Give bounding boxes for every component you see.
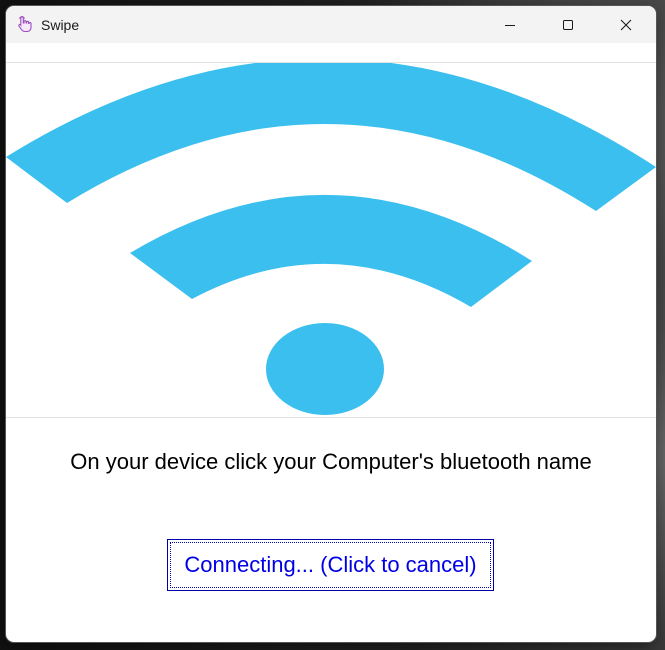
window-title: Swipe (41, 17, 80, 33)
minimize-icon (505, 24, 515, 26)
close-button[interactable] (597, 6, 655, 43)
title-bar[interactable]: Swipe (6, 6, 656, 43)
cancel-connection-label: Connecting... (Click to cancel) (170, 542, 491, 588)
app-window: Swipe On your device click your Computer… (6, 6, 656, 642)
maximize-button[interactable] (539, 6, 597, 43)
hand-pointer-icon (16, 15, 34, 33)
wifi-outer-arc (6, 63, 656, 211)
wifi-dot (266, 323, 384, 415)
close-icon (620, 19, 632, 30)
instruction-text: On your device click your Computer's blu… (70, 449, 592, 474)
wifi-image-panel (6, 62, 656, 418)
wifi-middle-arc (130, 194, 532, 307)
wifi-icon (6, 63, 656, 415)
maximize-icon (563, 19, 573, 30)
minimize-button[interactable] (481, 6, 539, 43)
cancel-connection-button[interactable]: Connecting... (Click to cancel) (167, 539, 494, 591)
